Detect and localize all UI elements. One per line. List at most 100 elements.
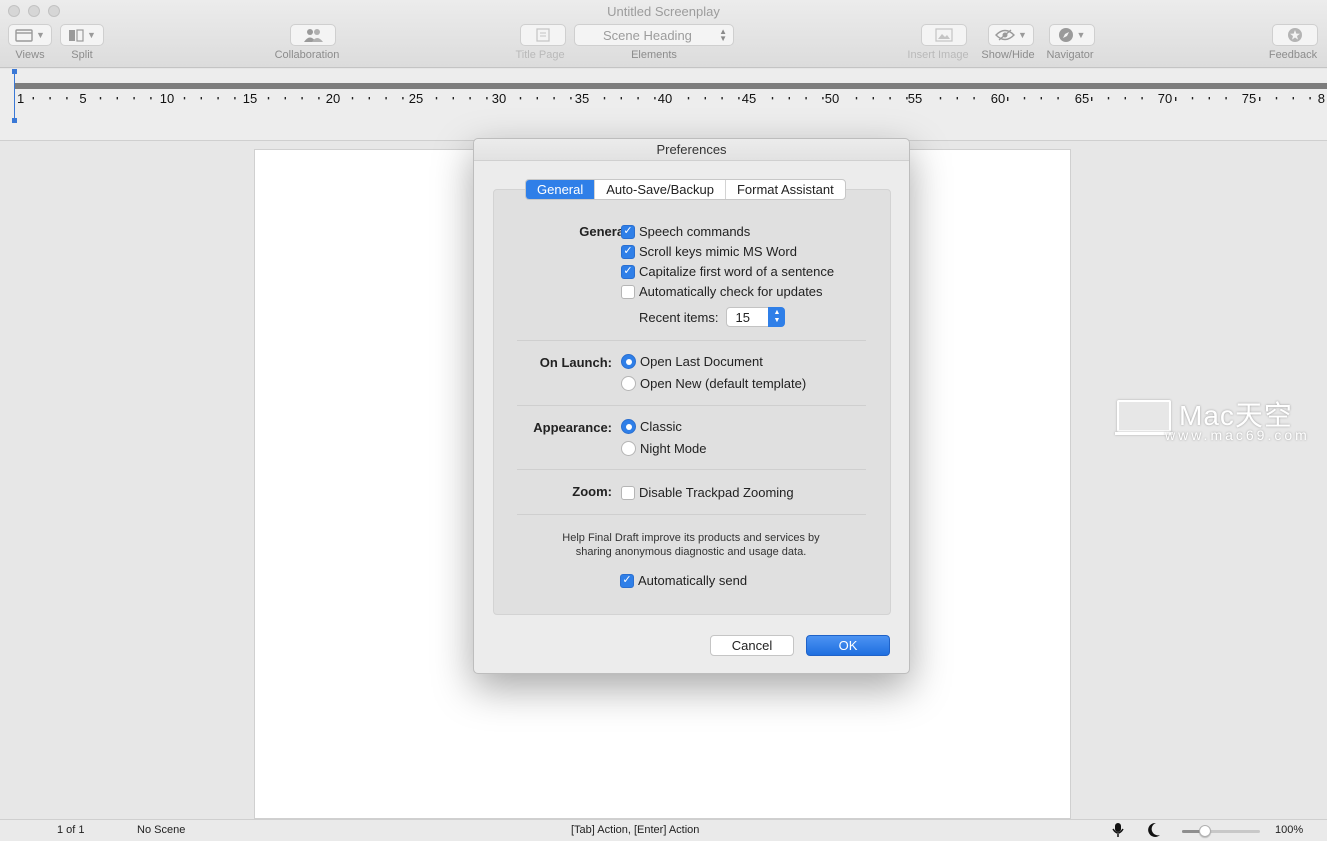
separator bbox=[517, 405, 866, 406]
night-mode-moon-icon[interactable] bbox=[1147, 822, 1161, 841]
preferences-dialog: Preferences General: ✓ Speech commands ✓… bbox=[473, 138, 910, 674]
ruler-tick bbox=[603, 97, 606, 100]
compass-icon bbox=[1058, 28, 1073, 42]
recent-items-stepper[interactable]: 15 ▲ ▼ bbox=[726, 307, 786, 327]
open-new-radio[interactable]: Open New (default template) bbox=[621, 376, 806, 391]
ruler-tick bbox=[469, 97, 471, 100]
ruler-label: 75 bbox=[1242, 91, 1256, 106]
zoom-slider[interactable] bbox=[1182, 825, 1260, 837]
classic-radio[interactable]: Classic bbox=[621, 419, 682, 434]
radio-selected-icon bbox=[621, 354, 636, 369]
stepper-arrows-icon[interactable]: ▲ ▼ bbox=[768, 307, 786, 327]
watermark: Mac天空 www.mac69.com bbox=[1115, 394, 1323, 450]
auto-check-updates-checkbox[interactable]: Automatically check for updates bbox=[621, 284, 823, 299]
preferences-tabs: General Auto-Save/Backup Format Assistan… bbox=[525, 179, 846, 200]
ok-button[interactable]: OK bbox=[806, 635, 890, 656]
insert-image-button[interactable] bbox=[920, 24, 967, 46]
title-page-tool[interactable]: Title Page bbox=[512, 24, 568, 61]
ruler-tick bbox=[956, 97, 958, 100]
title-page-button[interactable] bbox=[519, 24, 566, 46]
chevron-down-icon: ▼ bbox=[1076, 30, 1086, 40]
page-count: 1 of 1 bbox=[57, 824, 85, 836]
ruler-tick bbox=[771, 97, 774, 100]
ruler-label: 65 bbox=[1075, 91, 1089, 106]
capitalize-checkbox[interactable]: ✓ Capitalize first word of a sentence bbox=[621, 264, 834, 279]
ruler-tick bbox=[1040, 97, 1042, 100]
show-hide-tool[interactable]: ▼ Show/Hide bbox=[979, 24, 1037, 61]
separator bbox=[517, 340, 866, 341]
ruler-label: 55 bbox=[908, 91, 922, 106]
scroll-keys-label: Scroll keys mimic MS Word bbox=[639, 244, 797, 259]
scroll-keys-checkbox[interactable]: ✓ Scroll keys mimic MS Word bbox=[621, 244, 797, 259]
speech-commands-checkbox[interactable]: ✓ Speech commands bbox=[621, 224, 750, 239]
help-text: Help Final Draft improve its products an… bbox=[504, 531, 878, 559]
ruler-tick bbox=[620, 97, 622, 100]
open-last-label: Open Last Document bbox=[640, 354, 763, 369]
feedback-button[interactable] bbox=[1272, 24, 1318, 46]
ruler-label: 15 bbox=[243, 91, 257, 106]
insert-image-label: Insert Image bbox=[907, 49, 969, 61]
ruler-tick bbox=[435, 97, 438, 100]
ruler-tick bbox=[721, 97, 723, 100]
auto-send-checkbox[interactable]: ✓ Automatically send bbox=[620, 573, 747, 588]
show-hide-button[interactable]: ▼ bbox=[988, 24, 1034, 46]
ruler-tick bbox=[570, 97, 572, 100]
help-text-line-2: sharing anonymous diagnostic and usage d… bbox=[575, 546, 807, 558]
feedback-tool[interactable]: Feedback bbox=[1266, 24, 1320, 61]
disable-trackpad-zoom-checkbox[interactable]: Disable Trackpad Zooming bbox=[621, 485, 794, 500]
ruler-tick bbox=[284, 97, 286, 100]
zoom-percentage: 100% bbox=[1275, 824, 1304, 836]
views-tool[interactable]: ▼ Views bbox=[8, 24, 52, 61]
elements-tool[interactable]: Scene Heading ▲ ▼ Elements bbox=[574, 24, 734, 61]
collaboration-tool[interactable]: Collaboration bbox=[272, 24, 342, 61]
tab-general[interactable]: General bbox=[526, 180, 595, 199]
ruler-tick bbox=[1107, 97, 1110, 100]
recent-items-value: 15 bbox=[735, 310, 750, 325]
ruler-label: 5 bbox=[79, 91, 86, 106]
split-label: Split bbox=[71, 49, 93, 61]
microphone-icon[interactable] bbox=[1112, 822, 1124, 841]
ruler-tick bbox=[738, 97, 740, 100]
collaboration-button[interactable] bbox=[290, 24, 336, 46]
elements-value: Scene Heading bbox=[603, 27, 692, 43]
disable-trackpad-label: Disable Trackpad Zooming bbox=[639, 485, 794, 500]
ruler-tick bbox=[939, 97, 942, 100]
collaboration-label: Collaboration bbox=[274, 49, 340, 61]
chevron-down-icon: ▼ bbox=[87, 30, 96, 40]
navigator-tool[interactable]: ▼ Navigator bbox=[1044, 24, 1096, 61]
elements-select[interactable]: Scene Heading ▲ ▼ bbox=[574, 24, 734, 46]
ruler-tick bbox=[49, 97, 51, 100]
ruler-label: 70 bbox=[1158, 91, 1172, 106]
navigator-button[interactable]: ▼ bbox=[1048, 24, 1095, 46]
tab-auto-save-backup[interactable]: Auto-Save/Backup bbox=[594, 180, 725, 199]
night-mode-radio[interactable]: Night Mode bbox=[621, 441, 706, 456]
split-button[interactable]: ▼ bbox=[60, 24, 104, 46]
open-last-document-radio[interactable]: Open Last Document bbox=[621, 354, 763, 369]
split-tool[interactable]: ▼ Split bbox=[60, 24, 104, 61]
status-bar: 1 of 1 No Scene [Tab] Action, [Enter] Ac… bbox=[0, 819, 1327, 841]
ruler-tick bbox=[1208, 97, 1210, 100]
window-toolbar: Untitled Screenplay ▼ Views ▼ Split Coll… bbox=[0, 0, 1327, 68]
zoom-slider-knob[interactable] bbox=[1199, 825, 1212, 837]
ruler[interactable]: 1 5 10 15 20 25 30 35 40 45 50 55 60 65 70 75 8 bbox=[0, 69, 1327, 141]
ruler-tick bbox=[519, 97, 522, 100]
ruler-tick bbox=[66, 97, 68, 100]
ruler-tick bbox=[536, 97, 538, 100]
ruler-label: 25 bbox=[409, 91, 423, 106]
preferences-panel: General: ✓ Speech commands ✓ Scroll keys… bbox=[493, 189, 891, 615]
views-button[interactable]: ▼ bbox=[8, 24, 52, 46]
show-hide-label: Show/Hide bbox=[981, 49, 1035, 61]
star-icon bbox=[1288, 28, 1302, 42]
ruler-label: 35 bbox=[575, 91, 589, 106]
separator bbox=[517, 514, 866, 515]
ruler-tick bbox=[1191, 97, 1194, 100]
views-icon bbox=[15, 28, 33, 42]
ruler-tick bbox=[402, 97, 404, 100]
tab-format-assistant[interactable]: Format Assistant bbox=[724, 180, 845, 199]
checkbox-checked-icon: ✓ bbox=[621, 244, 635, 259]
checkbox-unchecked-icon bbox=[621, 485, 635, 500]
chevron-down-icon: ▼ bbox=[36, 30, 45, 40]
cancel-button[interactable]: Cancel bbox=[710, 635, 794, 656]
radio-selected-icon bbox=[621, 419, 636, 434]
insert-image-tool[interactable]: Insert Image bbox=[904, 24, 972, 61]
